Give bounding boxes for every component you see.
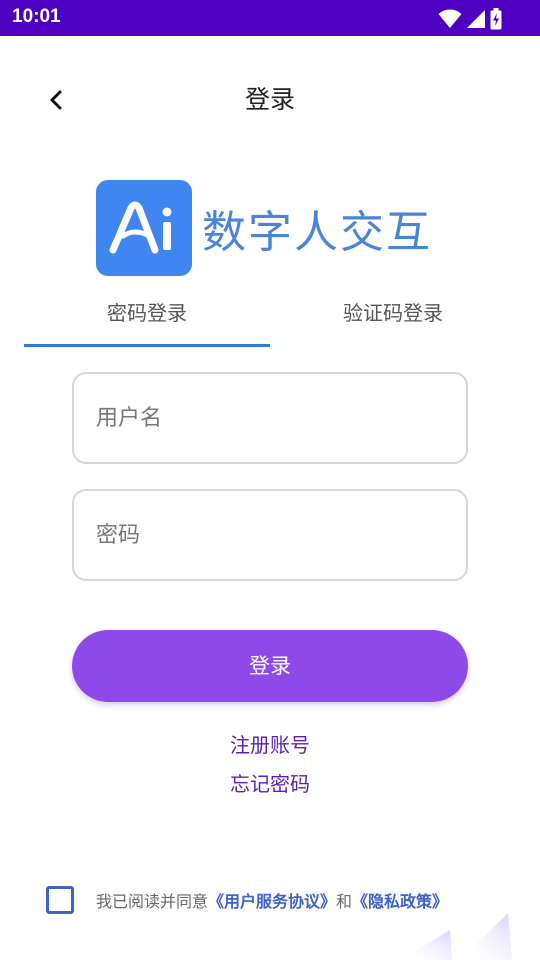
username-field [72,372,468,464]
ai-logo-icon [109,201,172,254]
username-input[interactable] [96,405,466,431]
agreement-row: 我已阅读并同意《用户服务协议》和《隐私政策》 [46,885,448,915]
battery-icon [490,8,502,30]
user-service-link[interactable]: 《用户服务协议》 [208,892,336,911]
agreement-checkbox[interactable] [46,886,74,914]
login-button[interactable]: 登录 [72,630,468,702]
tab-indicator [24,344,270,347]
register-link[interactable]: 注册账号 [0,729,540,758]
brand-row: 数字人交互 [96,180,432,276]
nav-bar: 登录 [0,36,540,156]
login-tabs: 密码登录 验证码登录 [24,290,516,348]
password-input[interactable] [96,522,466,548]
agreement-prefix: 我已阅读并同意 [96,892,209,911]
agreement-and: 和 [336,892,353,911]
page-title: 登录 [244,85,295,114]
status-time: 10:01 [12,6,61,27]
tab-code-login[interactable]: 验证码登录 [270,290,516,348]
app-name: 数字人交互 [202,207,432,258]
tab-password-login[interactable]: 密码登录 [24,290,270,348]
signal-icon [467,10,485,28]
password-field [72,489,468,581]
decorative-glow [400,913,512,960]
status-icons [438,8,502,30]
app-logo [96,180,192,276]
status-bar: 10:01 [0,0,540,36]
wifi-icon [438,9,462,28]
forgot-password-link[interactable]: 忘记密码 [0,768,540,797]
